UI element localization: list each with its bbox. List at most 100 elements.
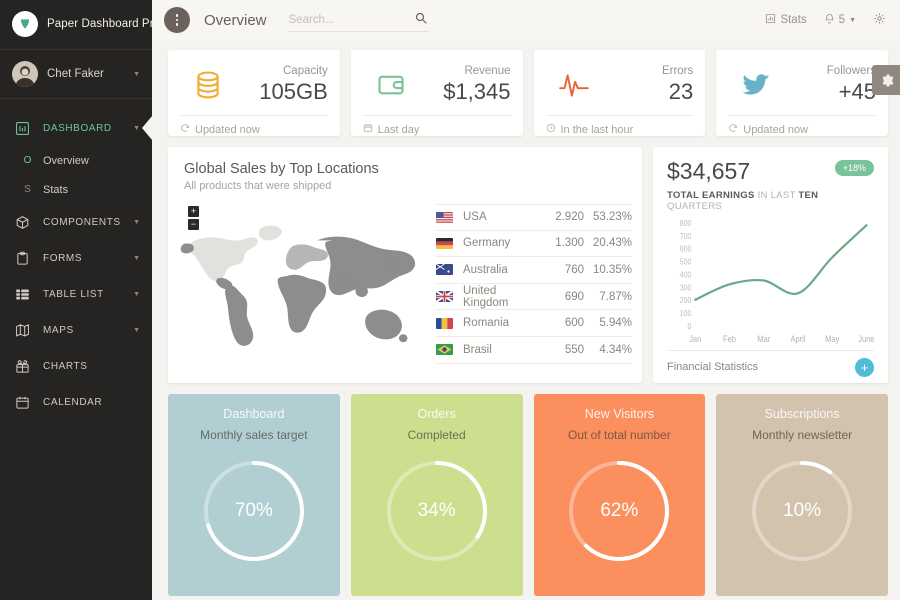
- sidebar-subitem-letter: O: [12, 155, 43, 166]
- stats-link[interactable]: Stats: [765, 13, 806, 27]
- earnings-chart-svg: 0100200300400500600700800JanFebMarAprilM…: [667, 216, 874, 350]
- charts-icon: [12, 359, 32, 374]
- middle-row: Global Sales by Top Locations All produc…: [168, 147, 888, 383]
- stat-card-followers: Followers +45 Updated now: [716, 50, 888, 136]
- country-percent: 4.34%: [584, 344, 632, 356]
- pulse-icon: [546, 68, 602, 102]
- country-percent: 10.35%: [584, 264, 632, 276]
- search-icon[interactable]: [413, 12, 429, 27]
- stat-value: $1,345: [419, 78, 511, 106]
- status-badge: +18%: [835, 160, 874, 176]
- stat-value: 105GB: [236, 78, 328, 106]
- svg-text:May: May: [825, 335, 840, 345]
- country-count: 2.920: [542, 211, 584, 223]
- progress-percent: 70%: [200, 457, 308, 565]
- svg-text:June: June: [858, 335, 874, 345]
- table-row[interactable]: Australia 760 10.35%: [436, 257, 632, 284]
- country-count: 760: [542, 264, 584, 276]
- zoom-out-button[interactable]: −: [188, 219, 199, 230]
- zoom-in-button[interactable]: +: [188, 206, 199, 217]
- sidebar-item-dashboard[interactable]: DASHBOARD ▼: [0, 110, 152, 146]
- chevron-down-icon[interactable]: ▼: [133, 255, 140, 262]
- sidebar-item-label: COMPONENTS: [43, 217, 122, 228]
- progress-card-orders: Orders Completed 34%: [351, 394, 523, 596]
- chevron-down-icon[interactable]: ▼: [133, 327, 140, 334]
- progress-card-dashboard: Dashboard Monthly sales target 70%: [168, 394, 340, 596]
- sidebar-nav: DASHBOARD ▼ O Overview S Stats COMPONENT…: [0, 99, 152, 420]
- sidebar-subitem-stats[interactable]: S Stats: [0, 175, 152, 204]
- country-count: 1.300: [542, 237, 584, 249]
- stats-icon: [765, 13, 776, 27]
- settings-tab-button[interactable]: [872, 65, 900, 95]
- country-count: 550: [542, 344, 584, 356]
- svg-text:Feb: Feb: [723, 335, 736, 345]
- sidebar-item-label: MAPS: [43, 325, 122, 336]
- table-row[interactable]: USA 2.920 53.23%: [436, 204, 632, 231]
- sidebar-user[interactable]: Chet Faker ▼: [0, 50, 152, 99]
- svg-text:500: 500: [680, 257, 692, 267]
- table-row[interactable]: Romania 600 5.94%: [436, 310, 632, 337]
- sidebar-item-forms[interactable]: FORMS ▼: [0, 240, 152, 276]
- settings-link[interactable]: [873, 12, 886, 28]
- chevron-down-icon[interactable]: ▼: [133, 291, 140, 298]
- map-zoom-controls: + −: [188, 206, 199, 232]
- brand[interactable]: Paper Dashboard Pro: [0, 0, 152, 50]
- search-input[interactable]: [289, 14, 413, 26]
- database-icon: [180, 69, 236, 101]
- sidebar-item-calendar[interactable]: CALENDAR: [0, 384, 152, 420]
- table-row[interactable]: Brasil 550 4.34%: [436, 337, 632, 364]
- avatar: [12, 61, 38, 87]
- progress-card-subscriptions: Subscriptions Monthly newsletter 10%: [716, 394, 888, 596]
- sidebar-item-table-list[interactable]: TABLE LIST ▼: [0, 276, 152, 312]
- search-box[interactable]: [289, 8, 429, 32]
- svg-text:800: 800: [680, 218, 692, 228]
- progress-ring: 62%: [565, 457, 673, 565]
- chevron-down-icon[interactable]: ▼: [849, 17, 856, 24]
- stat-card-revenue: Revenue $1,345 Last day: [351, 50, 523, 136]
- country-name: Germany: [463, 237, 542, 249]
- progress-percent: 62%: [565, 457, 673, 565]
- sidebar-subitem-overview[interactable]: O Overview: [0, 146, 152, 175]
- earnings-value: $34,657: [667, 160, 835, 183]
- sidebar-item-label: TABLE LIST: [43, 289, 122, 300]
- kebab-menu-icon[interactable]: [164, 7, 190, 33]
- earnings-subtitle-muted-1: IN LAST: [758, 190, 796, 201]
- dashboard-icon: [12, 121, 32, 136]
- brand-title: Paper Dashboard Pro: [47, 18, 152, 30]
- earnings-footer-label: Financial Statistics: [667, 361, 758, 373]
- table-row[interactable]: Germany 1.300 20.43%: [436, 231, 632, 258]
- earnings-line-chart[interactable]: 0100200300400500600700800JanFebMarAprilM…: [667, 216, 874, 350]
- sidebar-item-charts[interactable]: CHARTS: [0, 348, 152, 384]
- earnings-subtitle: TOTAL EARNINGS IN LAST TEN QUARTERS: [667, 190, 874, 212]
- stat-label: Followers: [784, 65, 876, 78]
- chevron-down-icon[interactable]: ▼: [133, 125, 140, 132]
- uk-flag: [436, 291, 453, 302]
- svg-text:Jan: Jan: [689, 335, 701, 345]
- progress-ring: 10%: [748, 457, 856, 565]
- sidebar-item-label: DASHBOARD: [43, 123, 122, 134]
- us-flag: [436, 212, 453, 223]
- country-name: Australia: [463, 264, 542, 276]
- country-percent: 20.43%: [584, 237, 632, 249]
- country-count: 690: [542, 291, 584, 303]
- chevron-down-icon[interactable]: ▼: [133, 219, 140, 226]
- stat-value: 23: [602, 78, 694, 106]
- panel-subtitle: All products that were shipped: [184, 180, 626, 192]
- chevron-down-icon[interactable]: ▼: [133, 71, 140, 78]
- earnings-subtitle-muted-2: QUARTERS: [667, 201, 722, 212]
- sidebar-item-components[interactable]: COMPONENTS ▼: [0, 204, 152, 240]
- leaf-icon: [12, 11, 38, 37]
- table-row[interactable]: United Kingdom 690 7.87%: [436, 284, 632, 311]
- svg-text:700: 700: [680, 231, 692, 241]
- progress-title: Orders: [418, 407, 456, 421]
- gear-icon: [878, 72, 894, 88]
- stats-label: Stats: [780, 14, 806, 26]
- refresh-icon: [180, 123, 190, 136]
- progress-percent: 10%: [748, 457, 856, 565]
- plus-icon[interactable]: +: [855, 358, 874, 377]
- notifications-link[interactable]: 5 ▼: [824, 13, 856, 27]
- country-table: USA 2.920 53.23% Germany 1.300 20.43%: [436, 200, 632, 373]
- topbar: Overview Stats: [152, 0, 900, 40]
- world-map[interactable]: + −: [176, 200, 430, 373]
- sidebar-item-maps[interactable]: MAPS ▼: [0, 312, 152, 348]
